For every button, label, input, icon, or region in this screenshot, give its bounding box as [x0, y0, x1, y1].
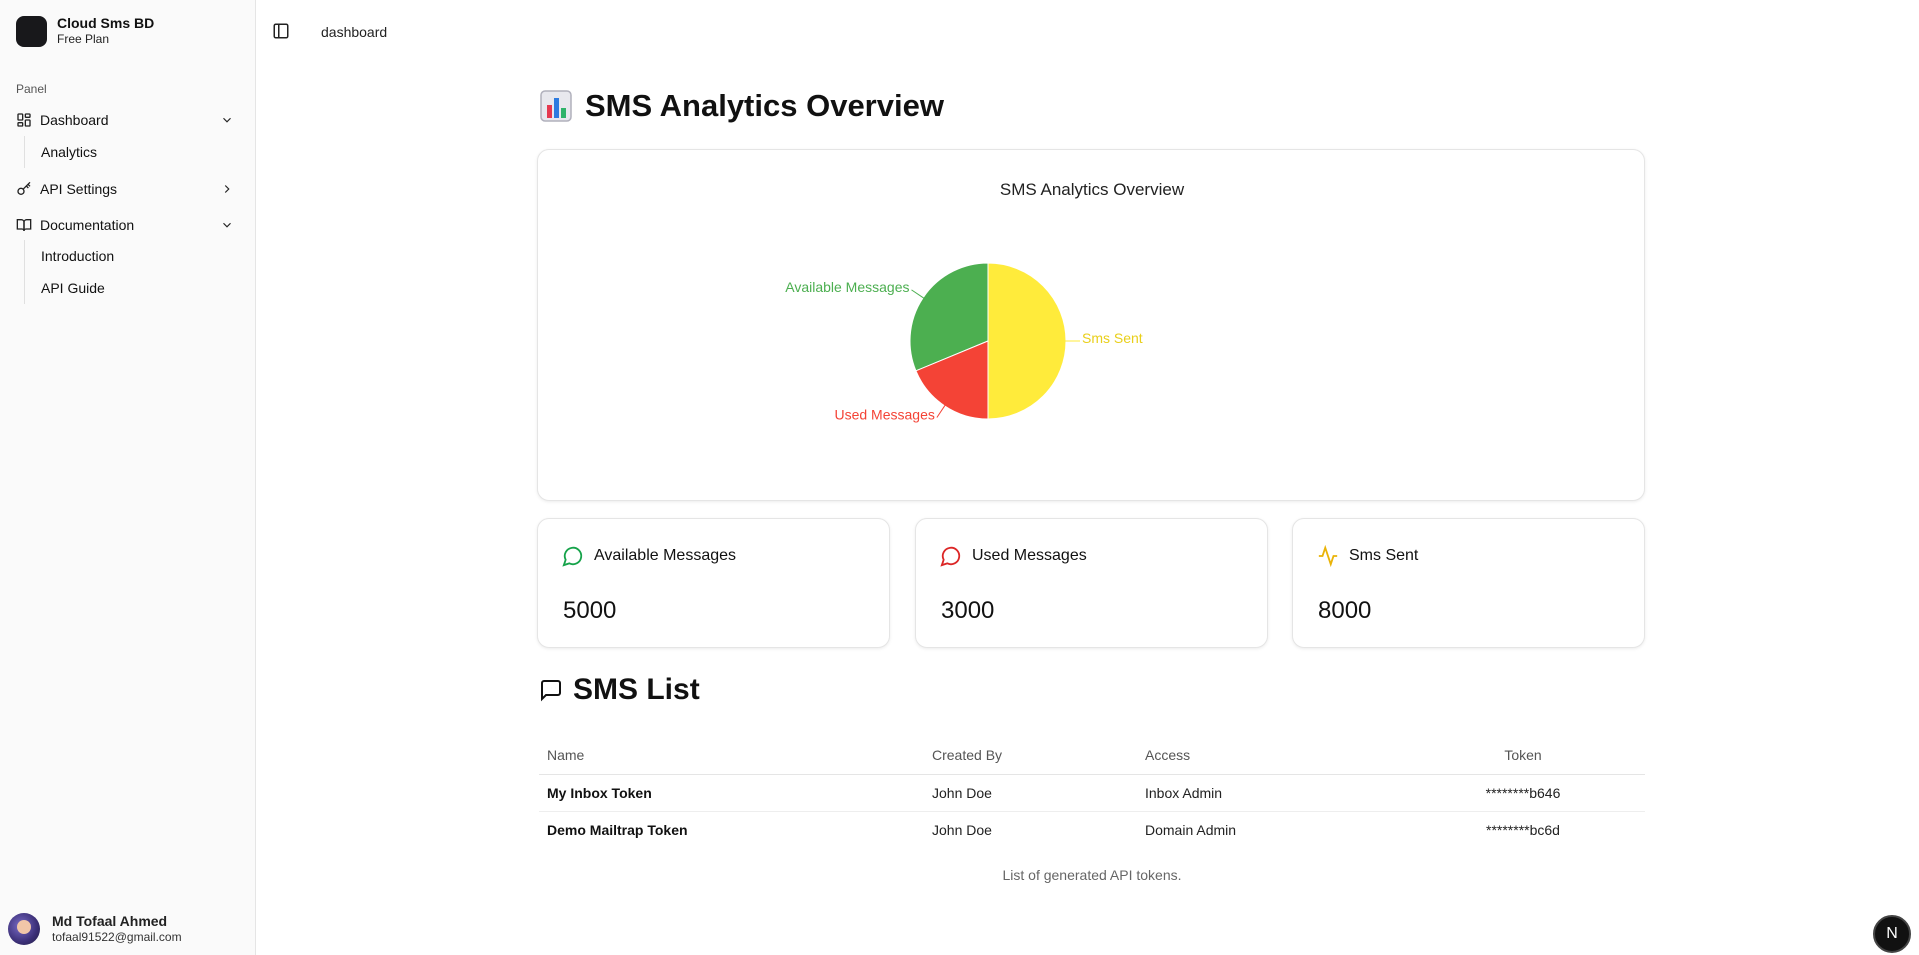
table-caption: List of generated API tokens.	[1002, 867, 1182, 883]
token-value: ********bc6d	[1486, 821, 1560, 838]
sidebar-item-dashboard[interactable]: Dashboard	[10, 106, 246, 134]
message-circle-icon	[940, 545, 962, 567]
pie-label: Sms Sent	[1082, 330, 1143, 346]
stat-label: Sms Sent	[1349, 547, 1419, 564]
app-name: Cloud Sms BD	[57, 15, 155, 31]
sidebar-item-label: API Settings	[40, 181, 118, 197]
pie-chart: SMS Analytics Overview Available Message…	[785, 180, 1185, 422]
stat-value: 8000	[1318, 597, 1372, 624]
chevron-down-icon	[220, 113, 234, 127]
app-brand[interactable]: Cloud Sms BD Free Plan	[16, 15, 154, 47]
chevron-right-icon	[220, 182, 234, 196]
breadcrumb[interactable]: dashboard	[321, 24, 387, 40]
pie-leader-line	[911, 289, 926, 300]
layout-grid-icon	[16, 112, 32, 128]
token-access: Domain Admin	[1145, 821, 1237, 838]
token-created-by: John Doe	[924, 774, 1137, 812]
nextjs-badge[interactable]: N	[1873, 915, 1911, 953]
column-header: Created By	[924, 736, 1137, 775]
table-row[interactable]: Demo Mailtrap Token John Doe Domain Admi…	[539, 811, 1645, 848]
page-title: SMS Analytics Overview	[539, 88, 944, 124]
key-icon	[16, 181, 32, 197]
token-value: ********b646	[1393, 774, 1645, 812]
stat-value: 3000	[941, 597, 995, 624]
pie-label: Available Messages	[785, 279, 909, 295]
user-menu[interactable]: Md Tofaal Ahmed tofaal91522@gmail.com	[8, 913, 182, 945]
message-circle-icon	[562, 545, 584, 567]
message-square-icon	[539, 678, 563, 702]
stat-card-available: Available Messages 5000	[537, 518, 890, 648]
sidebar-section-label: Panel	[16, 82, 47, 96]
table-header-row: Name Created By Access Token	[539, 736, 1645, 775]
avatar	[8, 913, 40, 945]
sidebar-item-label: Documentation	[40, 217, 135, 233]
chart-title: SMS Analytics Overview	[1000, 180, 1185, 199]
bar-chart-emoji-icon	[539, 89, 573, 123]
user-email: tofaal91522@gmail.com	[52, 930, 182, 944]
stat-label: Used Messages	[972, 547, 1087, 564]
token-name: My Inbox Token	[539, 774, 924, 812]
chevron-down-icon	[220, 218, 234, 232]
tokens-table: Name Created By Access Token My Inbox To…	[539, 736, 1645, 848]
column-header: Token	[1393, 736, 1645, 775]
column-header: Name	[539, 736, 924, 775]
sidebar-item-api-guide[interactable]: API Guide	[25, 272, 225, 304]
book-open-icon	[16, 217, 32, 233]
pie-label: Used Messages	[834, 406, 934, 422]
app-logo	[16, 15, 47, 47]
sidebar-item-api-settings[interactable]: API Settings	[10, 175, 246, 203]
stat-card-used: Used Messages 3000	[915, 518, 1268, 648]
stat-label: Available Messages	[594, 547, 737, 564]
sidebar-subgroup-documentation: Introduction API Guide	[24, 240, 225, 304]
chart-card: SMS Analytics Overview Available Message…	[537, 149, 1645, 501]
sms-list-title: SMS List	[539, 673, 700, 707]
stat-card-sent: Sms Sent 8000	[1292, 518, 1645, 648]
page-title-text: SMS Analytics Overview	[585, 88, 944, 123]
token-created-by: John Doe	[932, 821, 992, 838]
stat-value: 5000	[563, 597, 617, 624]
sms-list-title-text: SMS List	[573, 673, 700, 706]
sidebar-item-analytics[interactable]: Analytics	[25, 136, 225, 168]
pie-leader-line	[936, 403, 947, 418]
table-row[interactable]: My Inbox Token John Doe Inbox Admin ****…	[539, 774, 1645, 812]
sidebar-item-label: Dashboard	[40, 112, 109, 128]
sidebar-subgroup-dashboard: Analytics	[24, 136, 225, 168]
app-plan: Free Plan	[57, 32, 110, 46]
user-name: Md Tofaal Ahmed	[52, 913, 168, 929]
token-name: Demo Mailtrap Token	[547, 821, 688, 838]
activity-icon	[1317, 545, 1339, 567]
sidebar: Cloud Sms BD Free Plan Panel Dashboard A…	[0, 0, 256, 955]
sidebar-toggle-icon[interactable]	[272, 22, 292, 42]
sidebar-item-introduction[interactable]: Introduction	[25, 240, 225, 272]
pie-slice-sms-sent[interactable]	[987, 262, 1067, 420]
token-access: Inbox Admin	[1137, 774, 1393, 812]
sidebar-item-documentation[interactable]: Documentation	[10, 211, 246, 239]
column-header: Access	[1137, 736, 1393, 775]
